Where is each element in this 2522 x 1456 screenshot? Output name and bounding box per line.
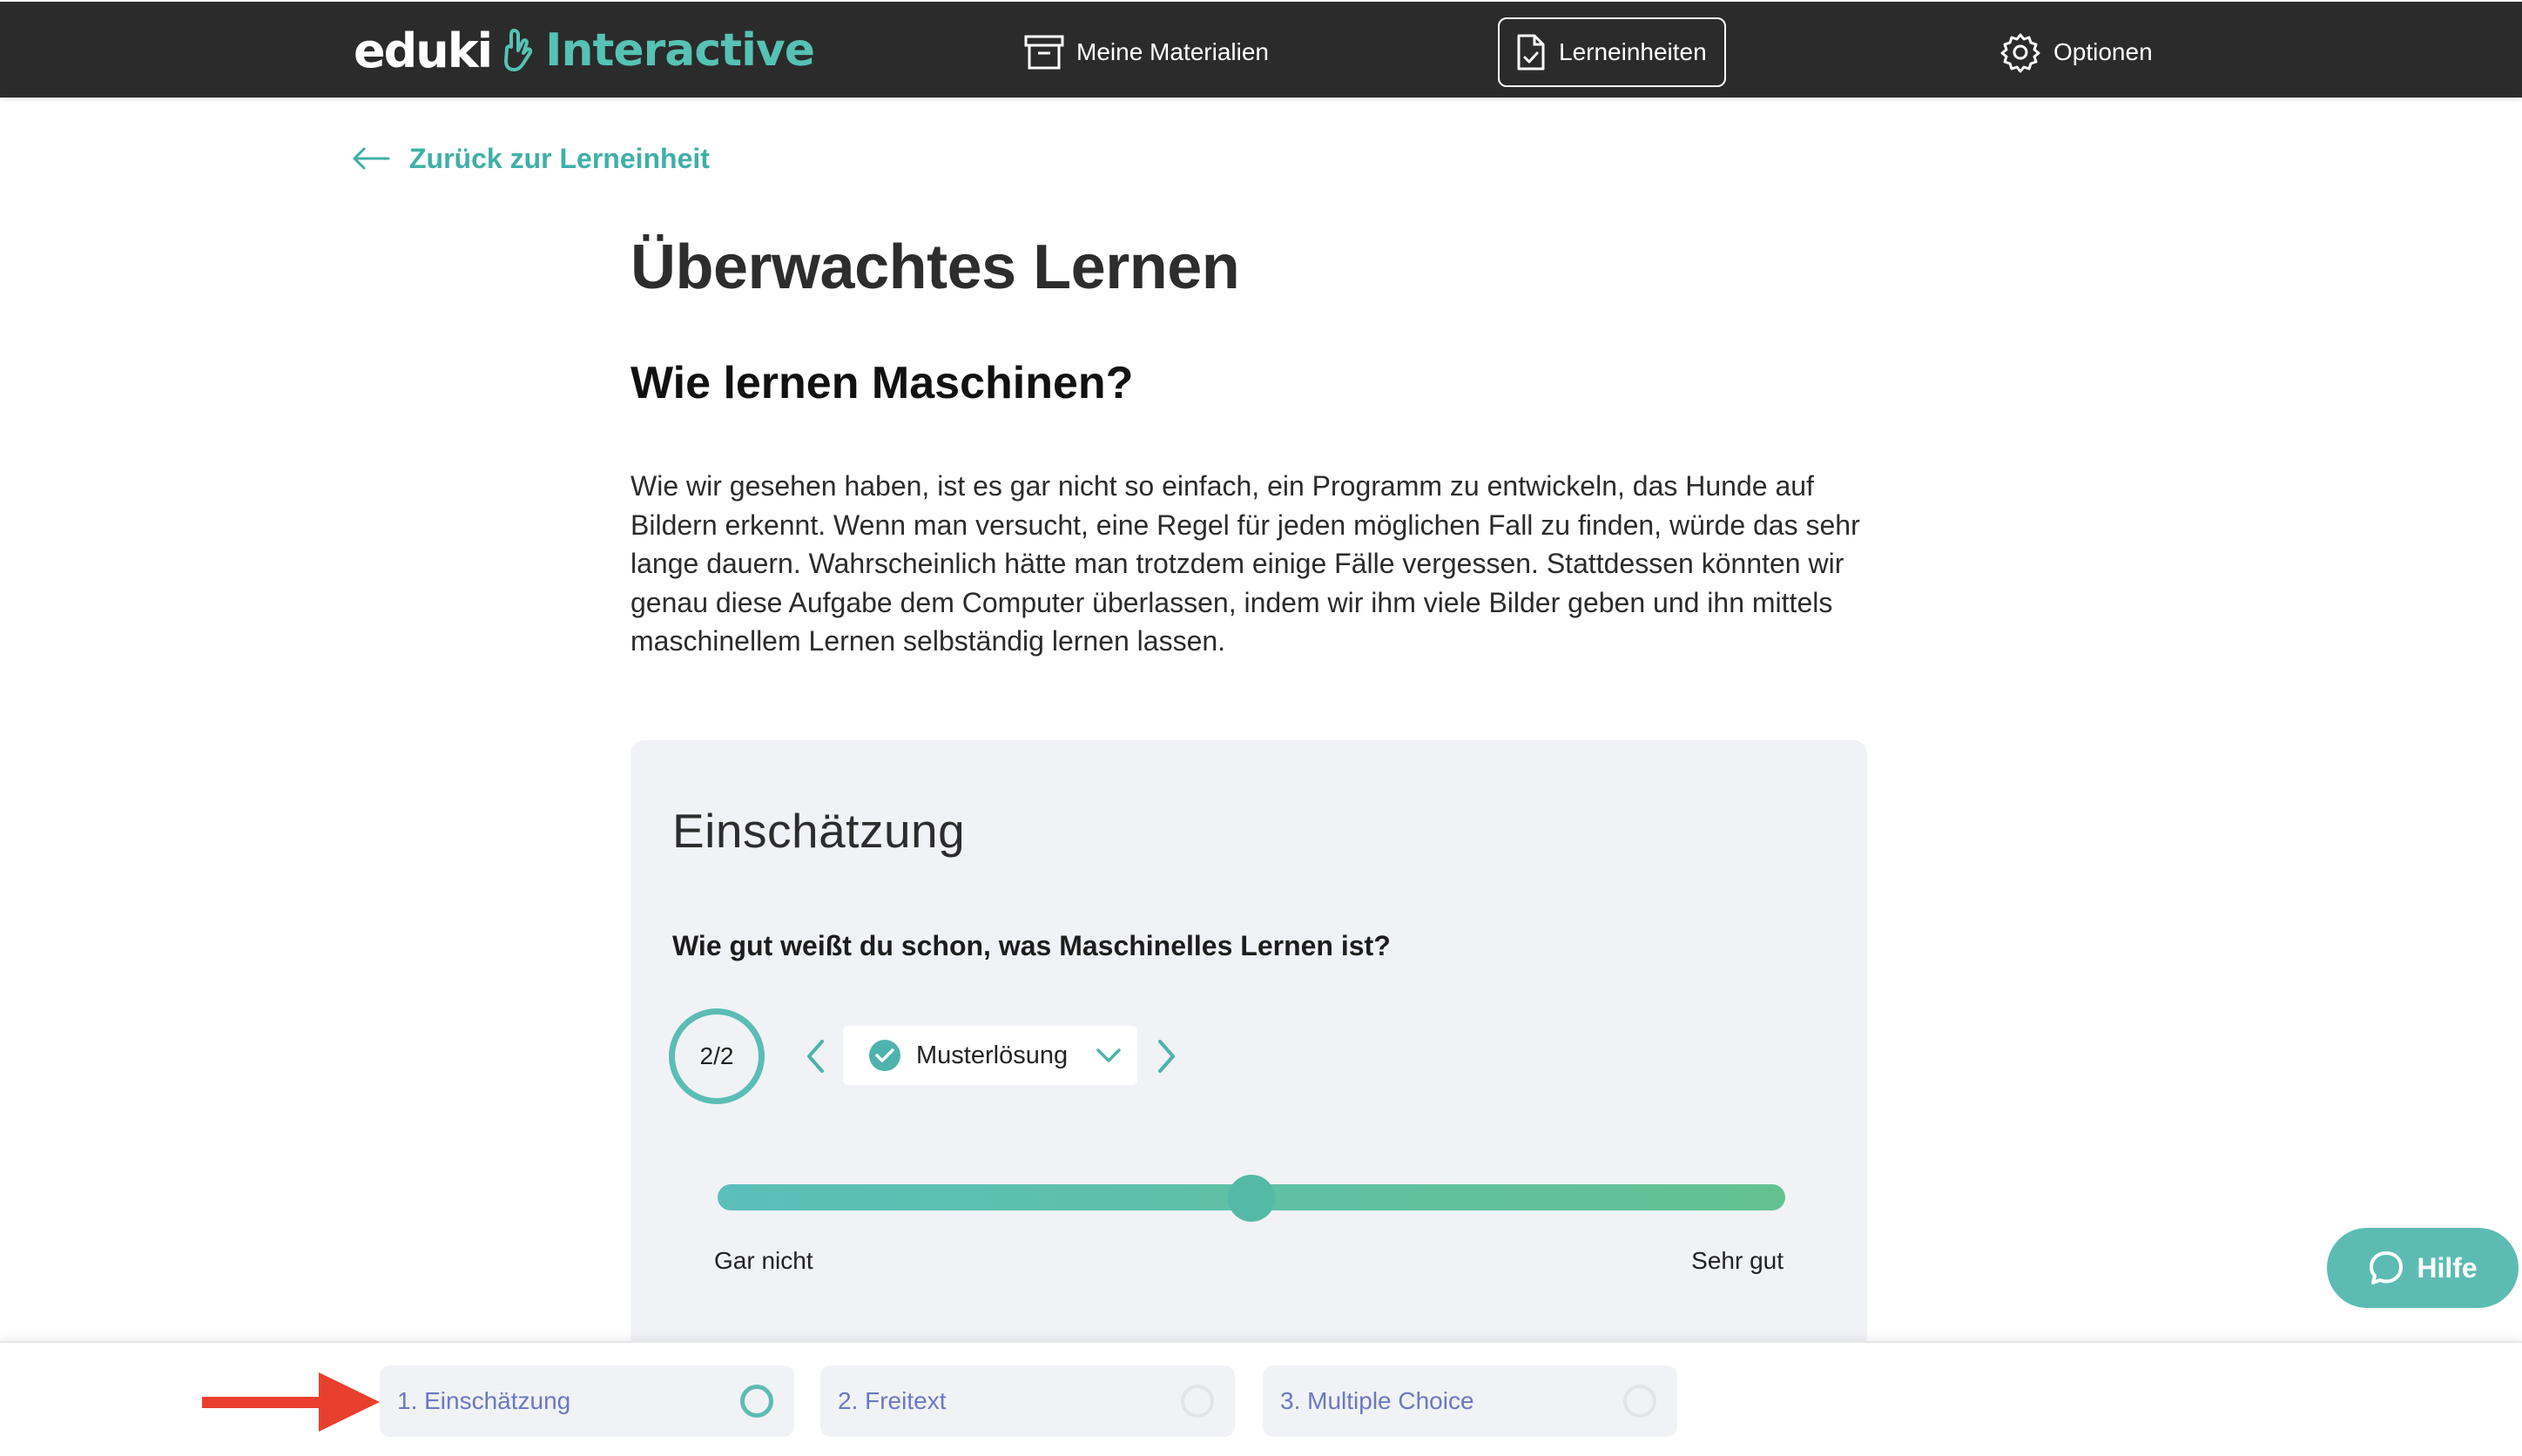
tab-label: 2. Freitext: [838, 1387, 947, 1414]
eduki-logo[interactable]: eduki Interactive: [354, 23, 815, 78]
select-value: Musterlösung: [916, 1041, 1069, 1069]
solution-select[interactable]: Musterlösung: [843, 1026, 1137, 1085]
intro-paragraph: Wie wir gesehen haben, ist es gar nicht …: [630, 470, 1860, 657]
tab-einschaetzung[interactable]: 1. Einschätzung: [380, 1365, 794, 1437]
section-title: Wie lernen Maschinen?: [630, 358, 1134, 408]
tab-label: 1. Einschätzung: [397, 1387, 571, 1414]
chat-bubble-icon: [2370, 1251, 2404, 1284]
tab-freitext[interactable]: 2. Freitext: [820, 1365, 1235, 1437]
back-link-label: Zurück zur Lerneinheit: [409, 142, 710, 174]
top-navigation-bar: eduki Interactive Meine Materialien Lern…: [0, 0, 2522, 98]
chevron-down-icon: [1096, 1048, 1121, 1062]
assessment-question: Wie gut weißt du schon, was Maschinelles…: [672, 930, 1391, 961]
nav-label: Lerneinheiten: [1559, 38, 1707, 65]
tab-multiple-choice[interactable]: 3. Multiple Choice: [1263, 1365, 1677, 1437]
progress-ring-icon: [1181, 1385, 1214, 1418]
page-title: Überwachtes Lernen: [630, 233, 1240, 302]
back-to-lesson-link[interactable]: Zurück zur Lerneinheit: [352, 138, 710, 179]
card-title: Einschätzung: [672, 804, 966, 858]
annotation-arrow-icon: [202, 1372, 380, 1432]
check-circle-icon: [869, 1040, 900, 1071]
progress-ring-icon: [1623, 1385, 1656, 1418]
self-assessment-slider[interactable]: [718, 1175, 1785, 1222]
nav-label: Optionen: [2053, 38, 2153, 65]
chevron-left-icon: [807, 1040, 824, 1073]
slider-thumb[interactable]: [1228, 1175, 1275, 1222]
help-button[interactable]: Hilfe: [2327, 1228, 2519, 1308]
progress-ring-icon: [740, 1385, 773, 1418]
nav-meine-materialien[interactable]: Meine Materialien: [1008, 17, 1285, 87]
hand-icon: [502, 27, 535, 74]
chevron-right-icon: [1158, 1040, 1175, 1073]
help-label: Hilfe: [2417, 1251, 2478, 1284]
previous-button[interactable]: [798, 1035, 833, 1078]
archive-box-icon: [1024, 35, 1064, 70]
nav-optionen[interactable]: Optionen: [1984, 17, 2168, 87]
document-check-icon: [1517, 34, 1545, 71]
next-button[interactable]: [1150, 1035, 1184, 1078]
nav-lerneinheiten[interactable]: Lerneinheiten: [1498, 17, 1726, 87]
nav-label: Meine Materialien: [1076, 38, 1269, 65]
logo-text: eduki: [354, 23, 493, 78]
slider-max-label: Sehr gut: [1691, 1247, 1784, 1274]
tab-label: 3. Multiple Choice: [1280, 1387, 1474, 1414]
logo-accent-text: Interactive: [545, 24, 815, 77]
assessment-card: Einschätzung Wie gut weißt du schon, was…: [630, 740, 1867, 1350]
arrow-left-icon: [353, 147, 390, 170]
slider-min-label: Gar nicht: [714, 1247, 813, 1274]
gear-icon: [2000, 33, 2040, 73]
attempt-counter: 2/2: [669, 1008, 765, 1104]
counter-text: 2/2: [699, 1042, 734, 1069]
